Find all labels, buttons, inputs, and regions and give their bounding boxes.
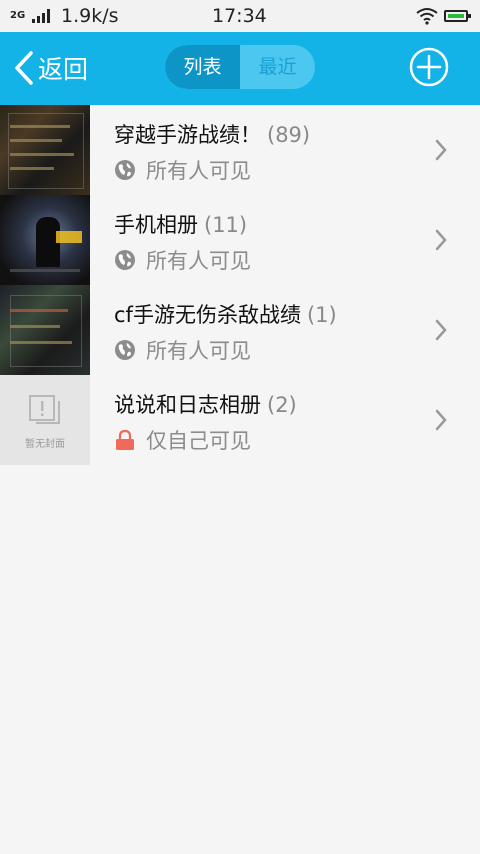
album-title: 说说和日志相册 (2) bbox=[114, 389, 297, 419]
photo-count: (89) bbox=[267, 123, 311, 147]
title-bar: 返回 列表 最近 bbox=[0, 32, 480, 105]
chevron-left-icon bbox=[15, 51, 33, 85]
privacy-label: 仅自己可见 bbox=[146, 429, 251, 453]
lock-icon bbox=[116, 429, 134, 450]
back-label: 返回 bbox=[38, 55, 89, 84]
privacy-label: 所有人可见 bbox=[146, 159, 251, 183]
album-title: 手机相册 (11) bbox=[114, 209, 247, 239]
album-cover bbox=[0, 105, 90, 195]
photo-count: (1) bbox=[306, 303, 337, 327]
privacy-label: 所有人可见 bbox=[146, 339, 251, 363]
battery-icon bbox=[444, 10, 471, 22]
album-name: 穿越手游战绩！ bbox=[114, 123, 261, 147]
privacy-label: 所有人可见 bbox=[146, 249, 251, 273]
network-type: 2G bbox=[10, 10, 26, 21]
album-title: cf手游无伤杀敌战绩 (1) bbox=[114, 299, 337, 329]
photo-count: (11) bbox=[204, 213, 248, 237]
signal-icon bbox=[32, 9, 50, 23]
privacy-status: 仅自己可见 bbox=[114, 427, 251, 453]
chevron-right-icon bbox=[435, 409, 447, 431]
globe-icon bbox=[115, 250, 135, 270]
album-row[interactable]: cf手游无伤杀敌战绩 (1) 所有人可见 bbox=[0, 285, 480, 375]
tab-list[interactable]: 列表 bbox=[165, 45, 240, 89]
back-button[interactable]: 返回 bbox=[12, 48, 88, 88]
no-cover-label: 暂无封面 bbox=[25, 439, 65, 450]
clock: 17:34 bbox=[212, 5, 267, 27]
network-speed: 1.9k/s bbox=[61, 5, 119, 27]
no-cover-icon bbox=[29, 395, 60, 424]
privacy-status: 所有人可见 bbox=[114, 157, 251, 183]
chevron-right-icon bbox=[435, 229, 447, 251]
view-switcher: 列表 最近 bbox=[165, 45, 315, 89]
globe-icon bbox=[115, 340, 135, 360]
wifi-icon bbox=[416, 8, 438, 25]
privacy-status: 所有人可见 bbox=[114, 337, 251, 363]
add-album-button[interactable] bbox=[409, 47, 449, 87]
album-cover bbox=[0, 195, 90, 285]
album-name: 手机相册 bbox=[114, 213, 198, 237]
album-title: 穿越手游战绩！ (89) bbox=[114, 119, 310, 149]
album-row[interactable]: 暂无封面 说说和日志相册 (2) 仅自己可见 bbox=[0, 375, 480, 465]
photo-count: (2) bbox=[267, 393, 297, 417]
status-bar: 2G 1.9k/s 17:34 bbox=[0, 0, 480, 32]
album-cover-placeholder: 暂无封面 bbox=[0, 375, 90, 465]
globe-icon bbox=[115, 160, 135, 180]
chevron-right-icon bbox=[435, 319, 447, 341]
album-list: 穿越手游战绩！ (89) 所有人可见 手机相册 (11) 所有人可见 cf手游无… bbox=[0, 105, 480, 465]
privacy-status: 所有人可见 bbox=[114, 247, 251, 273]
album-cover bbox=[0, 285, 90, 375]
album-name: 说说和日志相册 bbox=[114, 393, 261, 417]
tab-recent[interactable]: 最近 bbox=[240, 45, 315, 89]
album-row[interactable]: 手机相册 (11) 所有人可见 bbox=[0, 195, 480, 285]
album-row[interactable]: 穿越手游战绩！ (89) 所有人可见 bbox=[0, 105, 480, 195]
album-name: cf手游无伤杀敌战绩 bbox=[114, 303, 301, 327]
chevron-right-icon bbox=[435, 139, 447, 161]
